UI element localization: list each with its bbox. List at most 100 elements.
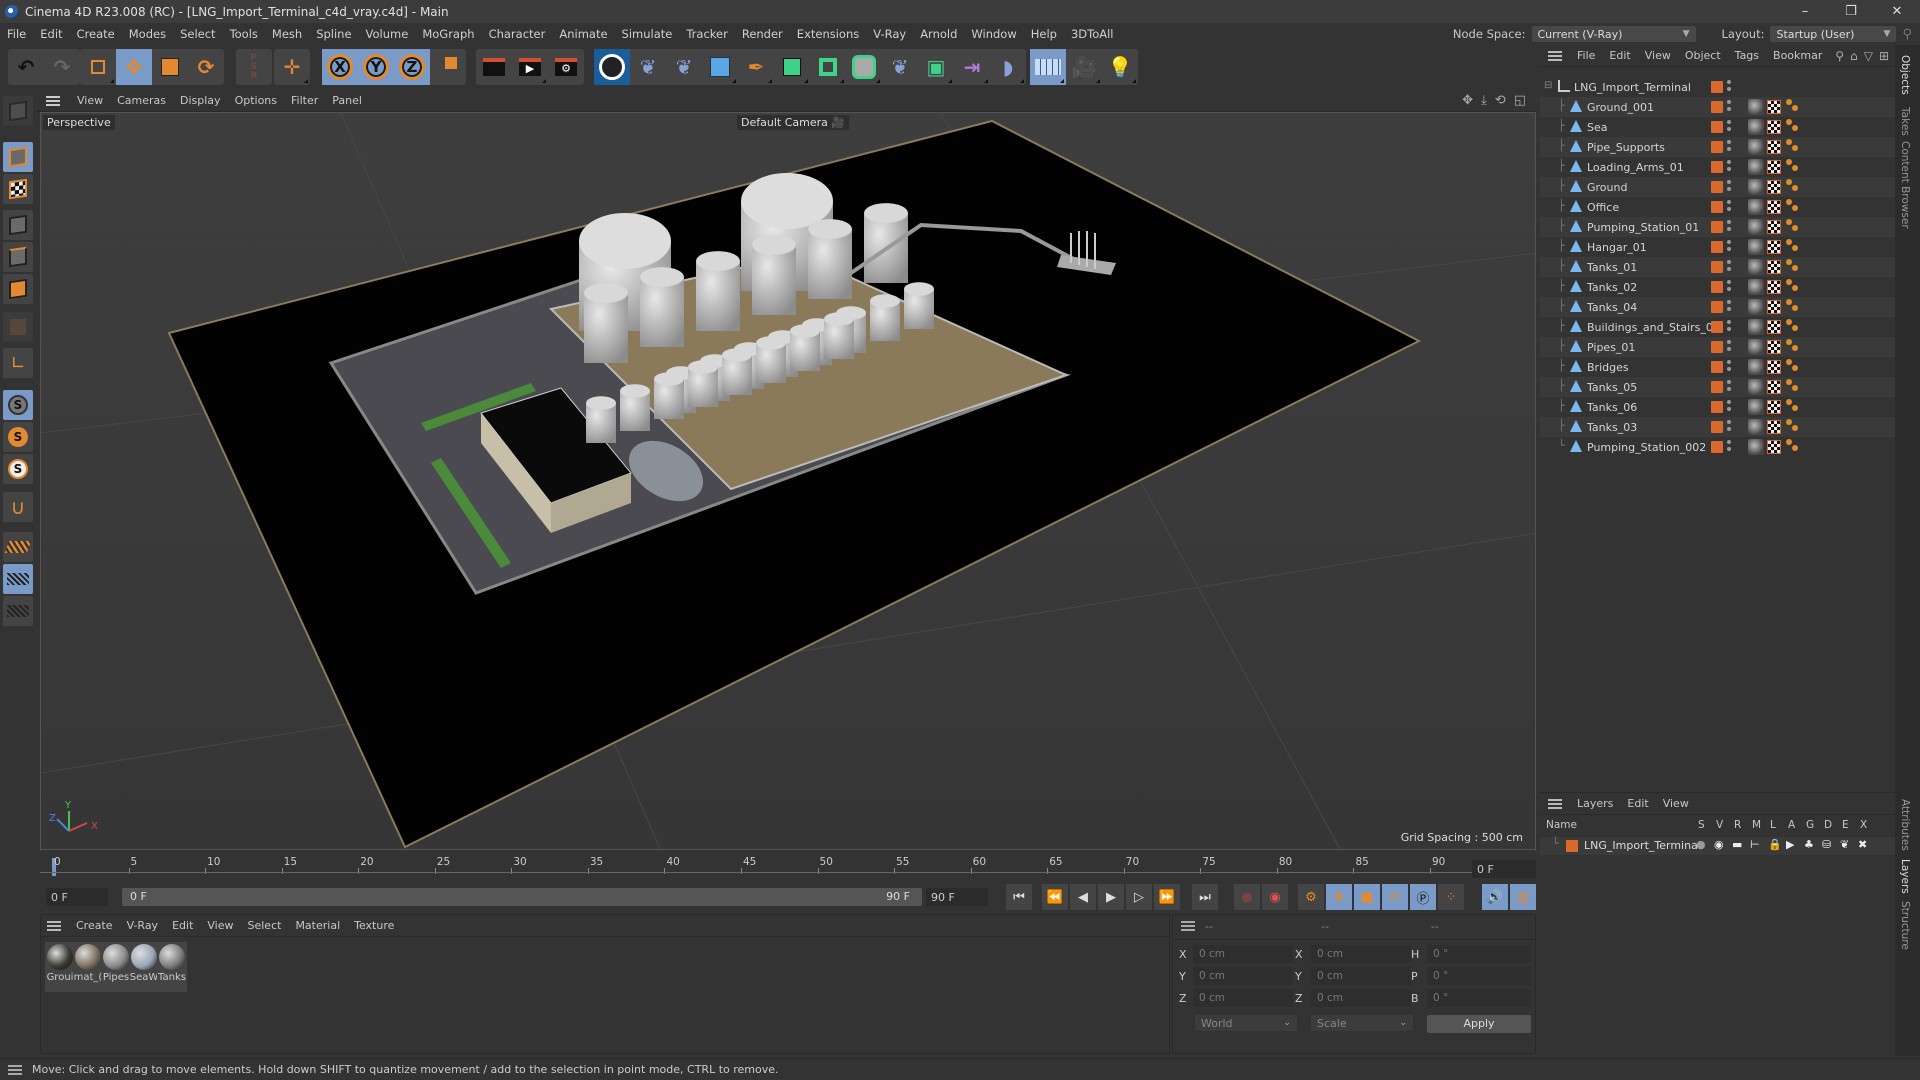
home-icon[interactable]: ⌂	[1850, 49, 1858, 63]
uv-mode-icon[interactable]	[3, 312, 33, 342]
position-field[interactable]: 0 cm	[1193, 967, 1293, 985]
animation-toggle-icon[interactable]: ▶	[1786, 838, 1794, 851]
tab-attributes[interactable]: Attributes	[1899, 799, 1911, 851]
object-menu-bookmar[interactable]: Bookmar	[1766, 49, 1829, 62]
coordinate-mode-dropdown[interactable]: Scale ⌄	[1311, 1015, 1413, 1031]
material-tag-icon[interactable]	[1748, 359, 1764, 375]
cloner-icon[interactable]	[846, 49, 882, 85]
menu-edit[interactable]: Edit	[33, 27, 69, 41]
key-scale-icon[interactable]: ■	[1354, 884, 1380, 910]
uvw-tag-icon[interactable]	[1767, 140, 1781, 154]
frame-range-slider[interactable]: 0 F 90 F	[122, 888, 922, 906]
floor-icon[interactable]	[1030, 49, 1066, 85]
menu-animate[interactable]: Animate	[552, 27, 614, 41]
object-name[interactable]: LNG_Import_Terminal	[1574, 81, 1691, 94]
layer-menu-view[interactable]: View	[1656, 797, 1696, 810]
phong-tag-icon[interactable]	[1786, 279, 1800, 293]
hamburger-menu-icon[interactable]	[1548, 50, 1562, 61]
visibility-dots-icon[interactable]	[1727, 220, 1731, 231]
material-tag-icon[interactable]	[1748, 239, 1764, 255]
material-swatch[interactable]: mat_(	[73, 942, 103, 992]
object-row[interactable]: ├ Hangar_01	[1540, 237, 1895, 257]
visibility-dots-icon[interactable]	[1727, 360, 1731, 371]
size-field[interactable]: 0 cm	[1311, 989, 1411, 1007]
menu-arnold[interactable]: Arnold	[913, 27, 964, 41]
phong-tag-icon[interactable]	[1786, 139, 1800, 153]
visibility-dots-icon[interactable]	[1727, 100, 1731, 111]
texture-mode-icon[interactable]	[3, 174, 33, 204]
minimize-button[interactable]: –	[1782, 4, 1828, 19]
object-menu-view[interactable]: View	[1638, 49, 1678, 62]
phong-tag-icon[interactable]	[1786, 339, 1800, 353]
menu-render[interactable]: Render	[735, 27, 790, 41]
hamburger-menu-icon[interactable]	[47, 920, 61, 931]
autokey-icon[interactable]: ◉	[1262, 884, 1288, 910]
hamburger-menu-icon[interactable]	[46, 95, 60, 106]
material-menu-texture[interactable]: Texture	[347, 919, 401, 932]
visible-toggle-icon[interactable]: ◉	[1714, 838, 1724, 851]
visibility-dots-icon[interactable]	[1727, 420, 1731, 431]
material-tag-icon[interactable]	[1748, 299, 1764, 315]
menu-extensions[interactable]: Extensions	[790, 27, 866, 41]
layer-color-swatch[interactable]	[1711, 121, 1723, 133]
manager-toggle-icon[interactable]: ⊢	[1750, 838, 1760, 851]
object-name[interactable]: Pipe_Supports	[1587, 141, 1665, 154]
y-axis-icon[interactable]: Y	[358, 49, 394, 85]
material-tag-icon[interactable]	[1748, 379, 1764, 395]
hamburger-menu-icon[interactable]	[1181, 921, 1195, 931]
uvw-tag-icon[interactable]	[1767, 340, 1781, 354]
uvw-tag-icon[interactable]	[1767, 240, 1781, 254]
psr-reset-icon[interactable]: PSR	[236, 49, 272, 85]
layer-color-swatch[interactable]	[1711, 401, 1723, 413]
phong-tag-icon[interactable]	[1786, 179, 1800, 193]
edges-mode-icon[interactable]	[3, 242, 33, 272]
menu-help[interactable]: Help	[1024, 27, 1064, 41]
generators-toggle-icon[interactable]: ♣	[1804, 838, 1814, 851]
layer-color-swatch[interactable]	[1711, 81, 1723, 93]
menu-window[interactable]: Window	[964, 27, 1023, 41]
visibility-dots-icon[interactable]	[1727, 120, 1731, 131]
previous-frame-icon[interactable]: ◀	[1070, 884, 1096, 910]
tab-content-browser[interactable]: Content Browser	[1899, 141, 1911, 229]
uvw-tag-icon[interactable]	[1767, 360, 1781, 374]
object-row[interactable]: ├ Pumping_Station_01	[1540, 217, 1895, 237]
object-row[interactable]: ├ Sea	[1540, 117, 1895, 137]
menu-character[interactable]: Character	[482, 27, 553, 41]
object-name[interactable]: Ground_001	[1587, 101, 1654, 114]
material-tag-icon[interactable]	[1748, 399, 1764, 415]
model-mode-icon[interactable]	[3, 142, 33, 172]
camera-label[interactable]: Default Camera 🎥	[737, 115, 850, 130]
viewport-menu-view[interactable]: View	[70, 94, 110, 107]
layer-color-swatch[interactable]	[1566, 840, 1578, 852]
menu-tracker[interactable]: Tracker	[679, 27, 735, 41]
workplane-icon[interactable]	[3, 532, 33, 562]
visibility-dots-icon[interactable]	[1727, 340, 1731, 351]
menu-v-ray[interactable]: V-Ray	[866, 27, 913, 41]
object-row[interactable]: ├ Ground_001	[1540, 97, 1895, 117]
material-menu-edit[interactable]: Edit	[165, 919, 200, 932]
layer-color-swatch[interactable]	[1711, 161, 1723, 173]
phong-tag-icon[interactable]	[1786, 359, 1800, 373]
material-swatch[interactable]: Pipes	[101, 942, 131, 992]
layer-color-swatch[interactable]	[1711, 281, 1723, 293]
object-name[interactable]: Pumping_Station_002	[1587, 441, 1706, 454]
menu-mesh[interactable]: Mesh	[265, 27, 309, 41]
visibility-dots-icon[interactable]	[1727, 440, 1731, 451]
phong-tag-icon[interactable]	[1786, 219, 1800, 233]
layer-color-swatch[interactable]	[1711, 341, 1723, 353]
layer-color-swatch[interactable]	[1711, 361, 1723, 373]
uvw-tag-icon[interactable]	[1767, 380, 1781, 394]
close-button[interactable]: ✕	[1874, 4, 1920, 19]
position-field[interactable]: 0 cm	[1193, 989, 1293, 1007]
phong-tag-icon[interactable]	[1786, 99, 1800, 113]
snap-settings-icon[interactable]: S	[3, 422, 33, 452]
move-icon[interactable]: ✥	[116, 49, 152, 85]
object-row[interactable]: ├ Loading_Arms_01	[1540, 157, 1895, 177]
z-axis-icon[interactable]: Z	[394, 49, 430, 85]
object-menu-object[interactable]: Object	[1678, 49, 1728, 62]
menu-create[interactable]: Create	[70, 27, 122, 41]
phong-tag-icon[interactable]	[1786, 299, 1800, 313]
object-row[interactable]: ├ Office	[1540, 197, 1895, 217]
scale-icon[interactable]	[152, 49, 188, 85]
material-swatch[interactable]: SeaW	[129, 942, 159, 992]
